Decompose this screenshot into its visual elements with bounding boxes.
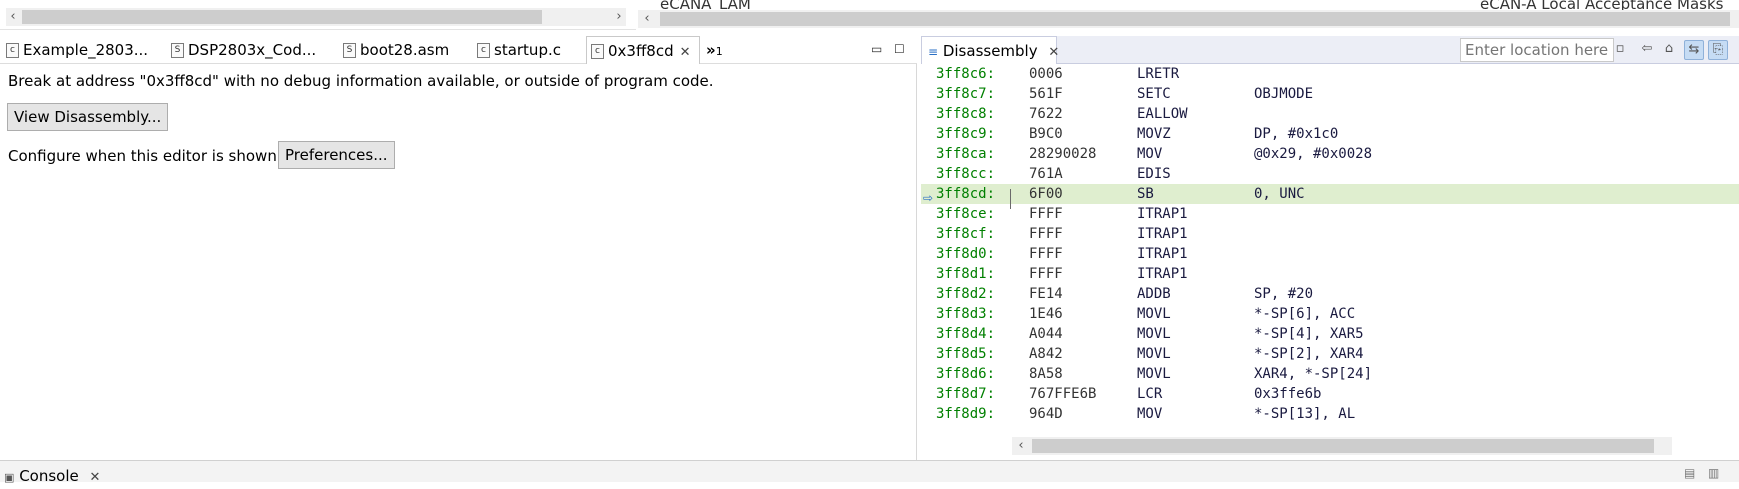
editor-tab-strip: c Example_2803... S DSP2803x_Cod... Sboot2… — [0, 36, 917, 65]
close-icon[interactable]: ✕ — [680, 45, 691, 60]
disassembly-row[interactable]: 3ff8c8: 7622 EALLOW — [921, 104, 1739, 124]
s-file-icon: S — [343, 43, 356, 58]
disassembly-listing: 3ff8c6: 0006 LRETR 3ff8c7: 561F SETC OBJMODE … — [921, 64, 1739, 436]
tab-boot28-asm[interactable]: Sboot28.asm — [343, 36, 449, 64]
link-with-pc-icon[interactable]: ⇦ — [1638, 40, 1656, 58]
tab-overflow[interactable]: »1 — [706, 36, 723, 64]
c-file-icon: c — [477, 43, 490, 58]
disassembly-row[interactable]: 3ff8d4: A044 MOVL *-SP[4], XAR5 — [921, 324, 1739, 344]
tab-console[interactable]: ▣ Console ✕ — [0, 465, 100, 487]
disassembly-row[interactable]: 3ff8d5: A842 MOVL *-SP[2], XAR4 — [921, 344, 1739, 364]
disassembly-row[interactable]: 3ff8c9: B9C0 MOVZ DP, #0x1c0 — [921, 124, 1739, 144]
console-toolbar-icon[interactable]: ▤ — [1684, 466, 1695, 480]
s-file-icon: S — [171, 43, 184, 58]
tab-dsp2803x-cod[interactable]: S DSP2803x_Cod... — [171, 36, 316, 64]
maximize-icon[interactable]: ☐ — [894, 42, 905, 56]
disassembly-row[interactable]: 3ff8d1: FFFF ITRAP1 — [921, 264, 1739, 284]
top-horizontal-scrollbar[interactable]: ‹ › — [6, 8, 626, 26]
tab-label: startup.c — [494, 41, 561, 59]
tab-0x3ff8cd[interactable]: c 0x3ff8cd ✕ — [586, 36, 700, 65]
show-source-icon[interactable]: ⎘ — [1708, 40, 1728, 60]
program-counter-arrow-icon: ⇨ — [923, 191, 934, 205]
sync-icon[interactable]: ⇆ — [1684, 40, 1704, 60]
home-icon[interactable]: ⌂ — [1660, 40, 1678, 58]
scrollbar-thumb[interactable] — [22, 10, 542, 24]
tab-label: Disassembly — [942, 42, 1038, 60]
disassembly-row[interactable]: 3ff8d2: FE14 ADDB SP, #20 — [921, 284, 1739, 304]
disassembly-row[interactable]: 3ff8ca: 28290028 MOV @0x29, #0x0028 — [921, 144, 1739, 164]
view-disassembly-button[interactable]: View Disassembly... — [7, 103, 169, 131]
disassembly-row[interactable]: 3ff8d7: 767FFE6B LCR 0x3ffe6b — [921, 384, 1739, 404]
scroll-left-arrow-icon[interactable]: ‹ — [6, 8, 20, 26]
disassembly-row[interactable]: 3ff8d3: 1E46 MOVL *-SP[6], ACC — [921, 304, 1739, 324]
tab-disassembly[interactable]: ≡ Disassembly ✕ — [921, 36, 1059, 64]
console-icon: ▣ — [4, 471, 15, 484]
break-message: Break at address "0x3ff8cd" with no debu… — [8, 72, 714, 90]
close-icon[interactable]: ✕ — [90, 470, 101, 485]
ruler-separator — [1010, 189, 1011, 209]
disassembly-row[interactable]: 3ff8d0: FFFF ITRAP1 — [921, 244, 1739, 264]
console-toolbar-icon[interactable]: ▥ — [1708, 466, 1719, 480]
scrollbar-thumb[interactable] — [660, 12, 1730, 26]
minimize-icon[interactable]: ▭ — [871, 42, 882, 56]
disassembly-row[interactable]: 3ff8cf: FFFF ITRAP1 — [921, 224, 1739, 244]
c-file-icon: c — [591, 44, 604, 59]
tab-label: 0x3ff8cd — [608, 42, 674, 60]
scroll-left-arrow-icon[interactable]: ‹ — [1014, 437, 1028, 455]
go-icon[interactable]: ▫ — [1611, 40, 1629, 58]
disassembly-icon: ≡ — [928, 45, 939, 59]
overflow-chevron-icon: » — [706, 41, 716, 59]
scrollbar-thumb[interactable] — [1032, 439, 1654, 453]
configure-label: Configure when this editor is shown — [8, 147, 277, 165]
disassembly-row[interactable]: 3ff8c7: 561F SETC OBJMODE — [921, 84, 1739, 104]
disassembly-row[interactable]: 3ff8cc: 761A EDIS — [921, 164, 1739, 184]
tab-label: DSP2803x_Cod... — [188, 41, 317, 59]
disassembly-row[interactable]: 3ff8ce: FFFF ITRAP1 — [921, 204, 1739, 224]
scroll-right-arrow-icon[interactable]: › — [612, 8, 626, 26]
tab-label: boot28.asm — [360, 41, 450, 59]
c-file-icon: c — [6, 43, 19, 58]
preferences-button[interactable]: Preferences... — [278, 141, 395, 169]
tab-label: Example_2803... — [23, 41, 149, 59]
disassembly-row[interactable]: 3ff8c6: 0006 LRETR — [921, 64, 1739, 84]
tab-example-2803[interactable]: c Example_2803... — [6, 36, 148, 64]
editor-content: Break at address "0x3ff8cd" with no debu… — [0, 64, 917, 460]
tab-label: Console — [19, 467, 79, 485]
disassembly-row[interactable]: 3ff8d6: 8A58 MOVL XAR4, *-SP[24] — [921, 364, 1739, 384]
disassembly-horizontal-scrollbar[interactable]: ‹ — [1012, 437, 1672, 455]
console-panel-header — [0, 460, 1739, 482]
close-icon[interactable]: ✕ — [1048, 45, 1059, 60]
location-input[interactable] — [1460, 38, 1614, 62]
tab-startup-c[interactable]: c startup.c — [477, 36, 561, 64]
current-instruction-row[interactable]: 3ff8cd: 6F00 SB 0, UNC — [921, 184, 1739, 204]
overflow-count: 1 — [715, 45, 723, 58]
scroll-left-arrow-icon[interactable]: ‹ — [640, 10, 654, 28]
disassembly-row[interactable]: 3ff8d9: 964D MOV *-SP[13], AL — [921, 404, 1739, 424]
top-right-horizontal-scrollbar[interactable]: ‹ — [638, 10, 1739, 28]
